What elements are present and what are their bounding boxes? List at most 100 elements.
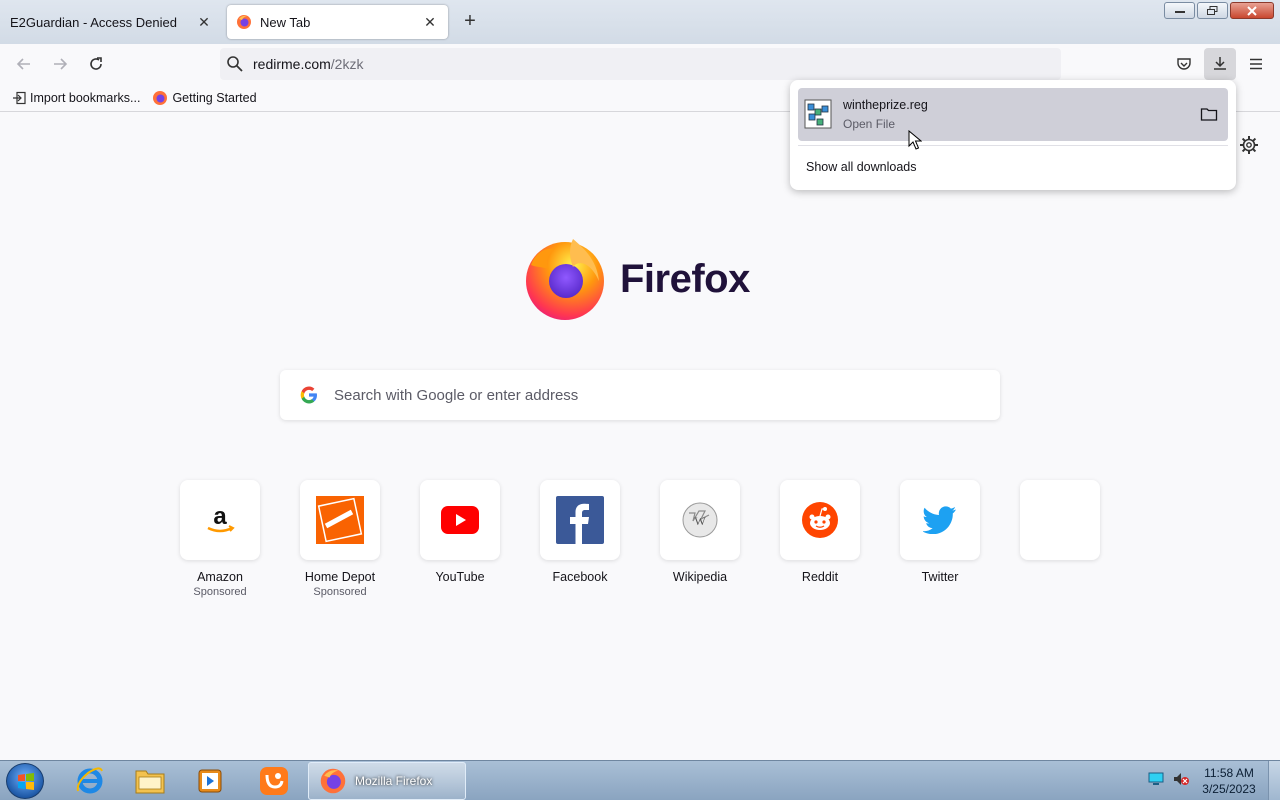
- taskbar-uc-browser[interactable]: [252, 763, 296, 799]
- tile-box[interactable]: W: [660, 480, 740, 560]
- top-site-wikipedia[interactable]: W Wikipedia: [660, 480, 740, 598]
- tab-e2guardian[interactable]: E2Guardian - Access Denied ✕: [0, 0, 222, 44]
- tile-box[interactable]: a: [180, 480, 260, 560]
- window-controls: [1164, 2, 1274, 19]
- taskbar-window-title: Mozilla Firefox: [355, 774, 433, 788]
- tile-label: Reddit: [801, 570, 839, 584]
- twitter-icon: [923, 506, 956, 534]
- volume-icon[interactable]: [1172, 771, 1190, 787]
- clock-time: 11:58 AM: [1204, 766, 1254, 780]
- address-bar[interactable]: redirme.com/2kzk: [220, 48, 1061, 80]
- reload-button[interactable]: [84, 52, 108, 76]
- gear-icon[interactable]: [1239, 135, 1259, 155]
- tab-close-icon[interactable]: ✕: [192, 10, 216, 34]
- clock-date: 3/25/2023: [1202, 782, 1256, 796]
- import-icon: [13, 91, 26, 104]
- tab-strip: E2Guardian - Access Denied ✕ New Tab ✕ +: [0, 0, 1280, 44]
- tile-box[interactable]: [900, 480, 980, 560]
- download-item[interactable]: wintheprize.reg Open File: [798, 88, 1228, 141]
- firefox-logo-icon: [526, 239, 604, 320]
- minimize-button[interactable]: [1164, 2, 1195, 19]
- search-icon: [227, 56, 243, 72]
- tile-box[interactable]: [540, 480, 620, 560]
- top-site-reddit[interactable]: Reddit: [780, 480, 860, 598]
- tile-box[interactable]: [780, 480, 860, 560]
- facebook-icon: [556, 496, 604, 544]
- firefox-icon: [237, 15, 251, 29]
- youtube-icon: [441, 506, 479, 534]
- tab-close-icon[interactable]: ✕: [418, 10, 442, 34]
- top-site-empty[interactable]: [1020, 480, 1100, 598]
- tile-sponsored-label: Sponsored: [193, 586, 247, 598]
- top-site-youtube[interactable]: YouTube: [420, 480, 500, 598]
- search-box[interactable]: Search with Google or enter address: [280, 370, 1000, 420]
- arrow-right-icon: [54, 58, 68, 70]
- home-depot-icon: [316, 496, 364, 544]
- back-button[interactable]: [12, 52, 36, 76]
- uc-browser-icon: [260, 767, 288, 795]
- app-menu-button[interactable]: [1244, 52, 1268, 76]
- tile-sponsored-label: Sponsored: [313, 586, 367, 598]
- google-icon: [300, 386, 317, 404]
- bookmark-getting-started[interactable]: Getting Started: [152, 90, 257, 106]
- tile-label: Home Depot: [304, 570, 376, 584]
- downloads-panel: wintheprize.reg Open File Show all downl…: [790, 80, 1236, 190]
- tile-label: YouTube: [435, 570, 485, 584]
- taskbar-file-explorer[interactable]: [128, 763, 172, 799]
- wikipedia-icon: W: [682, 502, 718, 538]
- windows-logo-icon: [18, 773, 34, 790]
- pocket-button[interactable]: [1172, 52, 1196, 76]
- taskbar-firefox[interactable]: Mozilla Firefox: [308, 762, 466, 800]
- bookmark-label: Import bookmarks...: [30, 90, 141, 105]
- new-tab-button[interactable]: +: [458, 10, 482, 34]
- firefox-icon: [320, 768, 346, 794]
- clock[interactable]: 11:58 AM 3/25/2023: [1196, 765, 1262, 797]
- bookmark-import[interactable]: Import bookmarks...: [12, 91, 140, 105]
- divider: [798, 145, 1228, 146]
- tab-title: E2Guardian - Access Denied: [10, 14, 177, 30]
- reddit-icon: [802, 502, 838, 538]
- taskbar: Mozilla Firefox 11:58 AM 3/25/2023: [0, 760, 1280, 800]
- close-window-button[interactable]: [1230, 2, 1274, 19]
- tile-label: Facebook: [552, 570, 608, 584]
- download-filename: wintheprize.reg: [843, 98, 928, 112]
- folder-icon: [135, 770, 165, 794]
- download-status: Open File: [843, 117, 896, 131]
- navigation-toolbar: redirme.com/2kzk: [0, 44, 1280, 84]
- tab-new-tab[interactable]: New Tab ✕: [227, 5, 448, 39]
- pocket-icon: [1177, 58, 1191, 70]
- url-path: /2kzk: [330, 56, 364, 72]
- arrow-left-icon: [16, 58, 30, 70]
- folder-icon[interactable]: [1200, 105, 1218, 123]
- top-site-home-depot[interactable]: Home Depot Sponsored: [300, 480, 380, 598]
- downloads-button[interactable]: [1204, 48, 1236, 80]
- tile-box[interactable]: [300, 480, 380, 560]
- url-host: redirme.com: [253, 56, 331, 72]
- top-site-twitter[interactable]: Twitter: [900, 480, 980, 598]
- tile-box[interactable]: [420, 480, 500, 560]
- svg-text:a: a: [213, 503, 227, 530]
- system-tray: [1148, 771, 1190, 787]
- search-placeholder: Search with Google or enter address: [334, 386, 579, 404]
- amazon-icon: a: [207, 503, 235, 533]
- tab-title: New Tab: [260, 14, 311, 30]
- top-site-facebook[interactable]: Facebook: [540, 480, 620, 598]
- show-desktop-button[interactable]: [1268, 761, 1280, 800]
- taskbar-internet-explorer[interactable]: [68, 763, 112, 799]
- start-button[interactable]: [6, 763, 44, 799]
- network-icon[interactable]: [1148, 772, 1164, 786]
- bookmark-label: Getting Started: [172, 90, 257, 105]
- forward-button[interactable]: [48, 52, 72, 76]
- tile-label: Twitter: [921, 570, 959, 584]
- show-all-downloads-button[interactable]: Show all downloads: [806, 160, 917, 174]
- hamburger-menu-icon: [1250, 58, 1262, 70]
- tile-box[interactable]: [1020, 480, 1100, 560]
- new-tab-page: Firefox Search with Google or enter addr…: [0, 113, 1280, 760]
- tile-label: Wikipedia: [672, 570, 728, 584]
- mouse-cursor-icon: [908, 130, 922, 150]
- media-player-icon: [198, 769, 222, 793]
- top-site-amazon[interactable]: a Amazon Sponsored: [180, 480, 260, 598]
- taskbar-media-player[interactable]: [188, 763, 232, 799]
- firefox-logo: Firefox: [525, 237, 750, 321]
- restore-button[interactable]: [1197, 2, 1228, 19]
